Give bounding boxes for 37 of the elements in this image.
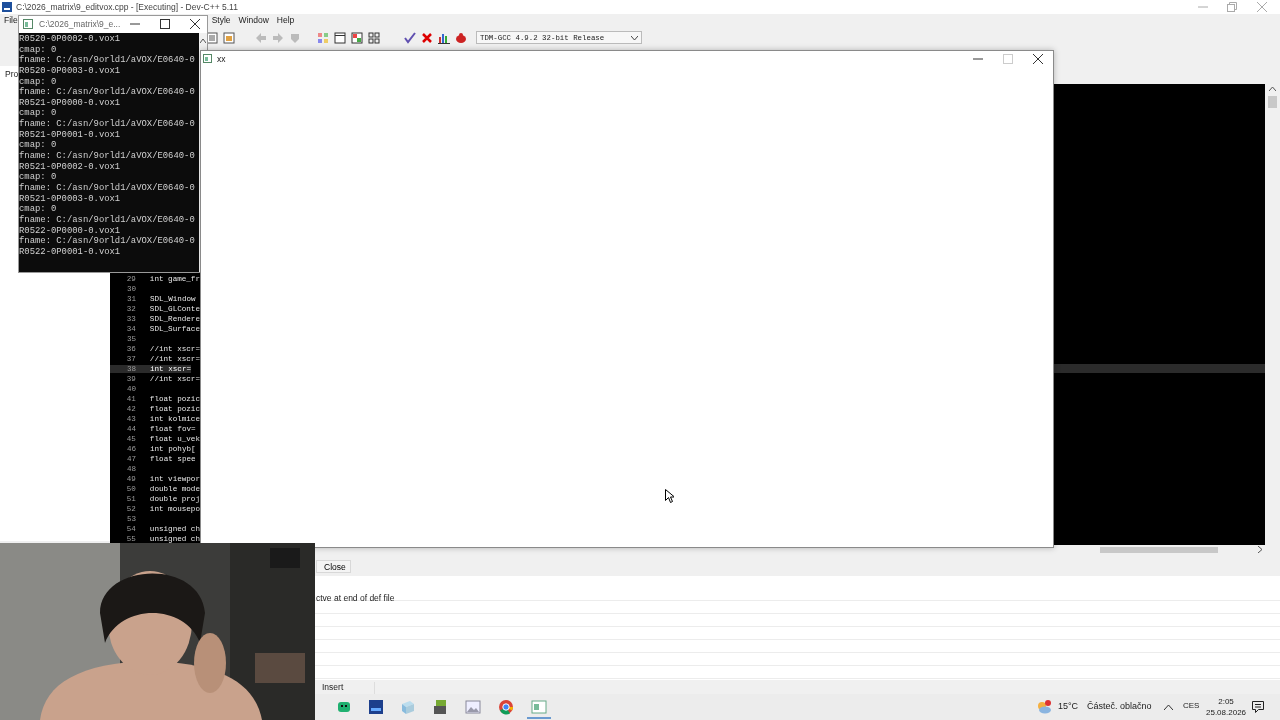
menu-item[interactable]: Style <box>207 15 235 25</box>
console-line: fname: C:/asn/9orld1/aVOX/E0640-0 <box>19 236 196 247</box>
console-line: R0522-0P0000-0.vox1 <box>19 225 122 236</box>
menu-item[interactable]: File <box>0 15 22 25</box>
compiler-message: ctve at end of def file <box>316 593 395 603</box>
console-line: fname: C:/asn/9orld1/aVOX/E0640-0 <box>19 151 196 162</box>
console-line: cmap: 0 <box>19 44 58 55</box>
console-line: R0521-0P0003-0.vox1 <box>19 193 122 205</box>
language-indicator[interactable]: CES <box>1183 701 1200 710</box>
date-text: 25.08.2026 <box>1206 707 1247 718</box>
console-line: fname: C:/asn/9orld1/aVOX/E0640-0 <box>19 182 196 194</box>
temperature-text: 15°C <box>1058 701 1079 711</box>
console-line: R0522-0P0001-0.vox1 <box>19 246 122 258</box>
window-title: C:\2026_matrix\9_e... <box>39 19 121 29</box>
console-line: R0520-0P0002-0.vox1 <box>19 34 122 45</box>
time-text: 2:05 <box>1218 696 1234 707</box>
console-line: cmap: 0 <box>19 108 58 119</box>
console-line: cmap: 0 <box>19 204 58 215</box>
console-line: R0521-0P0000-0.vox1 <box>19 97 122 109</box>
console-line: R0521-0P0002-0.vox1 <box>19 161 122 173</box>
console-line: R0520-0P0003-0.vox1 <box>19 65 122 77</box>
console-line: cmap: 0 <box>19 140 58 151</box>
menu-item[interactable]: Window <box>234 15 273 25</box>
window-title: C:\2026_matrix\9_editvox.cpp - [Executing] - Dev-C++ 5.11 <box>16 2 238 12</box>
menu-item[interactable]: Help <box>272 15 299 25</box>
console-line: fname: C:/asn/9orld1/aVOX/E0640-0 <box>19 55 196 66</box>
close-button[interactable]: Close <box>316 560 351 573</box>
console-line: fname: C:/asn/9orld1/aVOX/E0640-0 <box>19 87 196 98</box>
console-line: cmap: 0 <box>19 76 58 87</box>
console-line: R0521-0P0001-0.vox1 <box>19 129 122 141</box>
console-line: fname: C:/asn/9orld1/aVOX/E0640-0 <box>19 119 196 130</box>
project-tab[interactable]: Pro <box>5 69 19 79</box>
window-title: xx <box>217 54 226 64</box>
clock[interactable]: 2:05 25.08.2026 <box>1206 696 1247 718</box>
console-line: cmap: 0 <box>19 172 58 183</box>
weather-text: Částeč. oblačno <box>1087 701 1152 711</box>
console-line: fname: C:/asn/9orld1/aVOX/E0640-0 <box>19 214 196 226</box>
